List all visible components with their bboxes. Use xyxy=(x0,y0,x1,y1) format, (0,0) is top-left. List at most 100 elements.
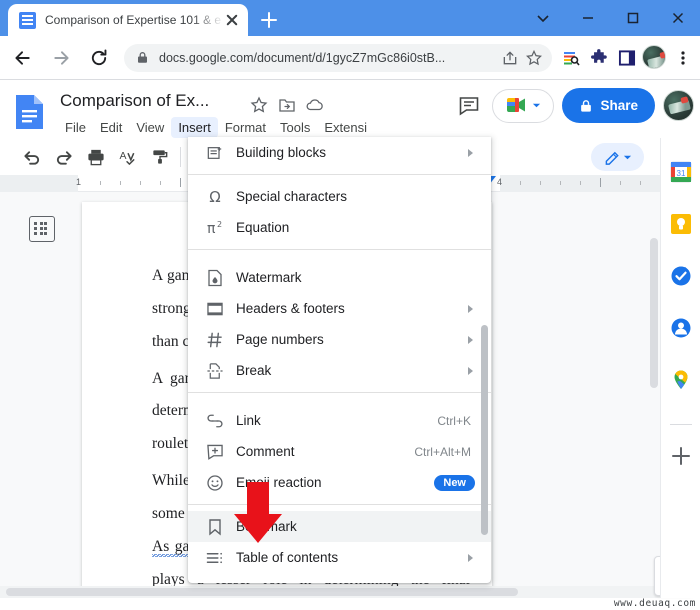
menu-view[interactable]: View xyxy=(129,117,171,138)
hash-icon xyxy=(204,330,226,350)
star-icon[interactable] xyxy=(248,94,270,116)
menu-item-building-blocks[interactable]: Building blocks xyxy=(188,137,491,168)
comment-plus-icon xyxy=(204,442,226,462)
cloud-saved-icon[interactable] xyxy=(304,94,326,116)
minimize-icon[interactable] xyxy=(565,0,610,36)
menu-item-watermark[interactable]: Watermark xyxy=(188,262,491,293)
menu-label: Table of contents xyxy=(236,550,339,565)
page-break-icon xyxy=(204,361,226,381)
google-calendar-icon[interactable]: 31 xyxy=(669,160,693,184)
close-window-icon[interactable] xyxy=(655,0,700,36)
submenu-arrow-icon xyxy=(468,148,473,157)
extension-icons xyxy=(558,44,700,71)
menu-edit[interactable]: Edit xyxy=(93,117,129,138)
reading-list-icon[interactable] xyxy=(558,45,584,71)
document-title[interactable]: Comparison of Ex... xyxy=(60,91,209,111)
window-controls xyxy=(520,0,700,36)
menu-format[interactable]: Format xyxy=(218,117,273,138)
menu-label: Building blocks xyxy=(236,145,327,160)
menu-label: Equation xyxy=(236,220,290,235)
menu-label: Page numbers xyxy=(236,332,324,347)
svg-text:π: π xyxy=(207,221,216,237)
three-dot-menu-icon[interactable] xyxy=(670,45,696,71)
pi-squared-icon: π2 xyxy=(204,218,226,238)
google-tasks-icon[interactable] xyxy=(669,264,693,288)
menu-insert[interactable]: Insert xyxy=(171,117,218,138)
user-avatar[interactable] xyxy=(663,90,694,121)
new-badge: New xyxy=(434,474,475,491)
toolbar-divider xyxy=(180,146,181,167)
svg-text:2: 2 xyxy=(217,220,222,229)
move-to-folder-icon[interactable] xyxy=(276,94,298,116)
svg-text:31: 31 xyxy=(676,169,685,178)
maximize-icon[interactable] xyxy=(610,0,655,36)
profile-avatar[interactable] xyxy=(642,44,668,71)
google-docs-logo xyxy=(14,93,45,131)
spelling-check-icon[interactable]: A xyxy=(114,143,142,171)
menu-scrollbar[interactable] xyxy=(481,325,488,535)
menu-label: Headers & footers xyxy=(236,301,345,316)
side-panel-icon[interactable] xyxy=(614,45,640,71)
menu-tools[interactable]: Tools xyxy=(273,117,317,138)
google-contacts-icon[interactable] xyxy=(669,316,693,340)
redo-icon[interactable] xyxy=(50,143,78,171)
menu-label: Special characters xyxy=(236,189,348,204)
google-meet-button[interactable] xyxy=(492,88,555,123)
google-maps-icon[interactable] xyxy=(669,368,693,392)
bookmark-icon xyxy=(204,517,226,537)
browser-window: Comparison of Expertise 101 & e docs.goo… xyxy=(0,0,700,610)
print-icon[interactable] xyxy=(82,143,110,171)
menu-divider xyxy=(188,392,491,393)
browser-tab[interactable]: Comparison of Expertise 101 & e xyxy=(8,4,248,36)
new-tab-button[interactable] xyxy=(256,7,282,33)
tab-search-chevron-down-icon[interactable] xyxy=(520,0,565,36)
menu-item-link[interactable]: Link Ctrl+K xyxy=(188,405,491,436)
menu-item-table-of-contents[interactable]: Table of contents xyxy=(188,542,491,573)
docs-header-actions: Share xyxy=(454,88,694,123)
horizontal-scrollbar[interactable] xyxy=(0,586,660,598)
google-keep-icon[interactable] xyxy=(669,212,693,236)
chevron-down-icon xyxy=(533,103,541,108)
bookmark-star-icon[interactable] xyxy=(522,46,546,70)
undo-icon[interactable] xyxy=(18,143,46,171)
omega-icon: Ω xyxy=(204,187,226,207)
menu-divider xyxy=(188,174,491,175)
puzzle-extensions-icon[interactable] xyxy=(586,45,612,71)
share-button[interactable]: Share xyxy=(562,88,655,123)
forward-arrow-icon[interactable] xyxy=(46,43,76,73)
comment-history-icon[interactable] xyxy=(454,91,484,121)
share-label: Share xyxy=(600,98,638,113)
vertical-scrollbar[interactable] xyxy=(650,198,658,588)
site-watermark: www.deuaq.com xyxy=(613,598,696,609)
url-text: docs.google.com/document/d/1gycZ7mGc86i0… xyxy=(159,50,446,65)
emoji-smile-icon xyxy=(204,473,226,493)
menu-file[interactable]: File xyxy=(58,117,93,138)
menu-label: Link xyxy=(236,413,261,428)
editing-mode-button[interactable] xyxy=(591,143,644,171)
lock-icon xyxy=(581,99,592,112)
menu-item-headers-footers[interactable]: Headers & footers xyxy=(188,293,491,324)
reload-icon[interactable] xyxy=(84,43,114,73)
close-tab-icon[interactable] xyxy=(224,12,240,28)
submenu-arrow-icon xyxy=(468,335,473,344)
link-icon xyxy=(204,411,226,431)
menu-label: Watermark xyxy=(236,270,302,285)
menu-item-equation[interactable]: π2 Equation xyxy=(188,212,491,243)
submenu-arrow-icon xyxy=(468,366,473,375)
share-icon[interactable] xyxy=(498,46,522,70)
menu-item-special-characters[interactable]: Ω Special characters xyxy=(188,181,491,212)
ruler-number-right: 4 xyxy=(497,177,503,187)
menu-item-page-numbers[interactable]: Page numbers xyxy=(188,324,491,355)
add-app-button[interactable] xyxy=(670,445,692,467)
address-bar[interactable]: docs.google.com/document/d/1gycZ7mGc86i0… xyxy=(124,43,552,72)
svg-text:A: A xyxy=(119,150,126,161)
paint-format-icon[interactable] xyxy=(146,143,174,171)
menu-shortcut: Ctrl+Alt+M xyxy=(414,444,471,459)
submenu-arrow-icon xyxy=(468,553,473,562)
document-outline-icon[interactable] xyxy=(29,216,55,242)
back-arrow-icon[interactable] xyxy=(8,43,38,73)
menu-item-break[interactable]: Break xyxy=(188,355,491,386)
menu-extensions[interactable]: Extensi xyxy=(317,117,374,138)
menu-item-comment[interactable]: Comment Ctrl+Alt+M xyxy=(188,436,491,467)
submenu-arrow-icon xyxy=(468,304,473,313)
